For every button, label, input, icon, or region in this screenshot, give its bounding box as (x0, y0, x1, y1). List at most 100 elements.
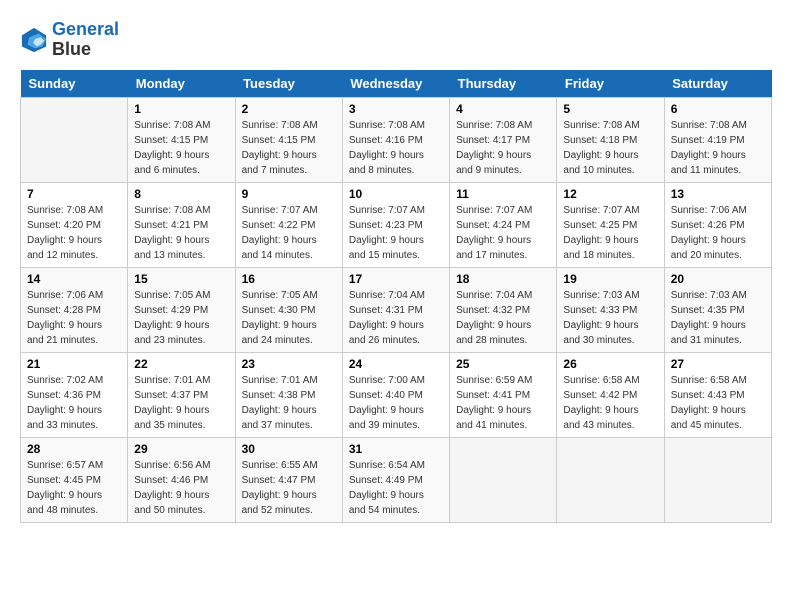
week-row-2: 7 Sunrise: 7:08 AMSunset: 4:20 PMDaylight… (21, 182, 772, 267)
day-detail: Sunrise: 7:06 AMSunset: 4:28 PMDaylight:… (27, 288, 121, 348)
calendar-cell: 2 Sunrise: 7:08 AMSunset: 4:15 PMDaylight… (235, 97, 342, 182)
day-detail: Sunrise: 7:02 AMSunset: 4:36 PMDaylight:… (27, 373, 121, 433)
calendar-cell: 17 Sunrise: 7:04 AMSunset: 4:31 PMDayligh… (342, 267, 449, 352)
day-detail: Sunrise: 6:55 AMSunset: 4:47 PMDaylight:… (242, 458, 336, 518)
day-number: 14 (27, 272, 121, 286)
day-number: 13 (671, 187, 765, 201)
day-number: 24 (349, 357, 443, 371)
header-cell-tuesday: Tuesday (235, 70, 342, 98)
day-number: 29 (134, 442, 228, 456)
calendar-cell: 11 Sunrise: 7:07 AMSunset: 4:24 PMDayligh… (450, 182, 557, 267)
day-number: 25 (456, 357, 550, 371)
header-cell-monday: Monday (128, 70, 235, 98)
day-number: 16 (242, 272, 336, 286)
header-cell-wednesday: Wednesday (342, 70, 449, 98)
header-cell-friday: Friday (557, 70, 664, 98)
calendar-cell: 20 Sunrise: 7:03 AMSunset: 4:35 PMDayligh… (664, 267, 771, 352)
day-detail: Sunrise: 7:08 AMSunset: 4:19 PMDaylight:… (671, 118, 765, 178)
day-detail: Sunrise: 7:04 AMSunset: 4:32 PMDaylight:… (456, 288, 550, 348)
day-detail: Sunrise: 7:01 AMSunset: 4:38 PMDaylight:… (242, 373, 336, 433)
day-number: 12 (563, 187, 657, 201)
calendar-cell: 13Sunrise: 7:06 AMSunset: 4:26 PMDayligh… (664, 182, 771, 267)
day-number: 2 (242, 102, 336, 116)
calendar-cell: 8 Sunrise: 7:08 AMSunset: 4:21 PMDaylight… (128, 182, 235, 267)
day-detail: Sunrise: 7:08 AMSunset: 4:15 PMDaylight:… (134, 118, 228, 178)
day-number: 4 (456, 102, 550, 116)
day-detail: Sunrise: 7:00 AMSunset: 4:40 PMDaylight:… (349, 373, 443, 433)
calendar-cell: 5 Sunrise: 7:08 AMSunset: 4:18 PMDaylight… (557, 97, 664, 182)
calendar-cell: 6 Sunrise: 7:08 AMSunset: 4:19 PMDaylight… (664, 97, 771, 182)
day-number: 30 (242, 442, 336, 456)
calendar-body: 1 Sunrise: 7:08 AMSunset: 4:15 PMDaylight… (21, 97, 772, 522)
calendar-cell: 4Sunrise: 7:08 AMSunset: 4:17 PMDaylight… (450, 97, 557, 182)
calendar-cell: 26Sunrise: 6:58 AMSunset: 4:42 PMDayligh… (557, 352, 664, 437)
day-number: 31 (349, 442, 443, 456)
header-cell-thursday: Thursday (450, 70, 557, 98)
day-number: 20 (671, 272, 765, 286)
calendar-cell: 1 Sunrise: 7:08 AMSunset: 4:15 PMDaylight… (128, 97, 235, 182)
day-number: 10 (349, 187, 443, 201)
day-detail: Sunrise: 6:56 AMSunset: 4:46 PMDaylight:… (134, 458, 228, 518)
day-detail: Sunrise: 7:08 AMSunset: 4:21 PMDaylight:… (134, 203, 228, 263)
week-row-1: 1 Sunrise: 7:08 AMSunset: 4:15 PMDaylight… (21, 97, 772, 182)
day-detail: Sunrise: 7:05 AMSunset: 4:29 PMDaylight:… (134, 288, 228, 348)
day-number: 28 (27, 442, 121, 456)
calendar-cell: 15 Sunrise: 7:05 AMSunset: 4:29 PMDayligh… (128, 267, 235, 352)
day-number: 5 (563, 102, 657, 116)
day-detail: Sunrise: 7:07 AMSunset: 4:23 PMDaylight:… (349, 203, 443, 263)
calendar-cell: 29 Sunrise: 6:56 AMSunset: 4:46 PMDayligh… (128, 437, 235, 522)
calendar-cell (664, 437, 771, 522)
day-number: 3 (349, 102, 443, 116)
header-cell-sunday: Sunday (21, 70, 128, 98)
day-number: 8 (134, 187, 228, 201)
day-number: 6 (671, 102, 765, 116)
day-detail: Sunrise: 7:08 AMSunset: 4:16 PMDaylight:… (349, 118, 443, 178)
day-number: 23 (242, 357, 336, 371)
day-detail: Sunrise: 7:04 AMSunset: 4:31 PMDaylight:… (349, 288, 443, 348)
week-row-5: 28 Sunrise: 6:57 AMSunset: 4:45 PMDayligh… (21, 437, 772, 522)
calendar-cell: 9Sunrise: 7:07 AMSunset: 4:22 PMDaylight… (235, 182, 342, 267)
day-number: 26 (563, 357, 657, 371)
calendar-cell: 10 Sunrise: 7:07 AMSunset: 4:23 PMDayligh… (342, 182, 449, 267)
calendar-cell: 12 Sunrise: 7:07 AMSunset: 4:25 PMDayligh… (557, 182, 664, 267)
calendar-header: SundayMondayTuesdayWednesdayThursdayFrid… (21, 70, 772, 98)
calendar-cell: 31 Sunrise: 6:54 AMSunset: 4:49 PMDayligh… (342, 437, 449, 522)
logo-icon (20, 26, 48, 54)
calendar-table: SundayMondayTuesdayWednesdayThursdayFrid… (20, 70, 772, 523)
calendar-cell: 22Sunrise: 7:01 AMSunset: 4:37 PMDayligh… (128, 352, 235, 437)
day-number: 11 (456, 187, 550, 201)
page-header: General Blue (20, 20, 772, 60)
day-detail: Sunrise: 7:07 AMSunset: 4:22 PMDaylight:… (242, 203, 336, 263)
calendar-cell (450, 437, 557, 522)
calendar-cell: 24 Sunrise: 7:00 AMSunset: 4:40 PMDayligh… (342, 352, 449, 437)
calendar-cell: 14 Sunrise: 7:06 AMSunset: 4:28 PMDayligh… (21, 267, 128, 352)
day-detail: Sunrise: 7:08 AMSunset: 4:20 PMDaylight:… (27, 203, 121, 263)
calendar-cell: 27Sunrise: 6:58 AMSunset: 4:43 PMDayligh… (664, 352, 771, 437)
calendar-cell (21, 97, 128, 182)
day-number: 19 (563, 272, 657, 286)
calendar-cell: 28 Sunrise: 6:57 AMSunset: 4:45 PMDayligh… (21, 437, 128, 522)
day-detail: Sunrise: 7:07 AMSunset: 4:25 PMDaylight:… (563, 203, 657, 263)
day-number: 17 (349, 272, 443, 286)
week-row-4: 21Sunrise: 7:02 AMSunset: 4:36 PMDayligh… (21, 352, 772, 437)
day-detail: Sunrise: 6:54 AMSunset: 4:49 PMDaylight:… (349, 458, 443, 518)
header-cell-saturday: Saturday (664, 70, 771, 98)
calendar-cell: 7 Sunrise: 7:08 AMSunset: 4:20 PMDaylight… (21, 182, 128, 267)
day-number: 22 (134, 357, 228, 371)
day-detail: Sunrise: 6:57 AMSunset: 4:45 PMDaylight:… (27, 458, 121, 518)
day-number: 1 (134, 102, 228, 116)
header-row: SundayMondayTuesdayWednesdayThursdayFrid… (21, 70, 772, 98)
calendar-cell: 25Sunrise: 6:59 AMSunset: 4:41 PMDayligh… (450, 352, 557, 437)
day-number: 15 (134, 272, 228, 286)
calendar-cell (557, 437, 664, 522)
logo: General Blue (20, 20, 119, 60)
calendar-cell: 21Sunrise: 7:02 AMSunset: 4:36 PMDayligh… (21, 352, 128, 437)
day-number: 7 (27, 187, 121, 201)
logo-text: General Blue (52, 20, 119, 60)
day-detail: Sunrise: 7:03 AMSunset: 4:35 PMDaylight:… (671, 288, 765, 348)
day-detail: Sunrise: 7:05 AMSunset: 4:30 PMDaylight:… (242, 288, 336, 348)
day-detail: Sunrise: 7:08 AMSunset: 4:18 PMDaylight:… (563, 118, 657, 178)
day-detail: Sunrise: 7:08 AMSunset: 4:15 PMDaylight:… (242, 118, 336, 178)
day-detail: Sunrise: 7:07 AMSunset: 4:24 PMDaylight:… (456, 203, 550, 263)
calendar-cell: 19Sunrise: 7:03 AMSunset: 4:33 PMDayligh… (557, 267, 664, 352)
